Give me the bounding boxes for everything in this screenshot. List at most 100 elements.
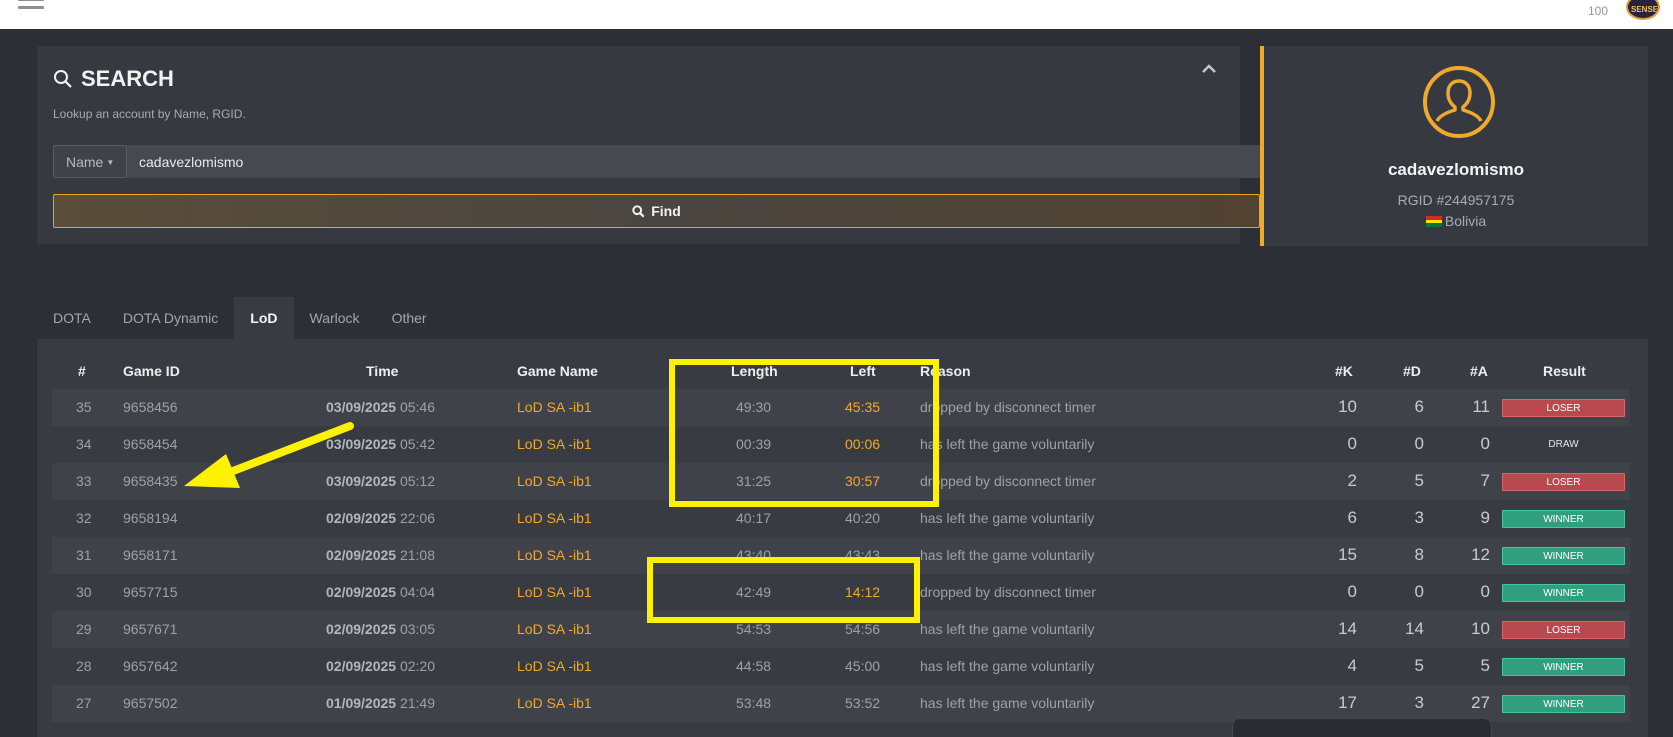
row-game-id[interactable]: 9658171 [123,547,178,563]
row-game-id[interactable]: 9658454 [123,436,178,452]
row-game-id[interactable]: 9657715 [123,584,178,600]
chevron-up-icon[interactable] [1201,62,1217,74]
row-game-id[interactable]: 9657642 [123,658,178,674]
table-row[interactable]: 28 9657642 02/09/2025 02:20 LoD SA -ib1 44:5… [52,648,1630,685]
row-deaths: 3 [1414,508,1424,527]
hamburger-menu-icon[interactable] [18,0,44,14]
row-time: 02/09/2025 21:08 [326,547,435,563]
tab-dota[interactable]: DOTA [37,297,107,339]
row-game-name[interactable]: LoD SA -ib1 [517,584,592,600]
row-game-id[interactable]: 9657671 [123,621,178,637]
row-clock: 04:04 [399,584,436,600]
annotation-highlight-box [669,359,939,507]
result-badge: WINNER [1502,510,1625,528]
row-time: 02/09/2025 22:06 [326,510,435,526]
row-game-name[interactable]: LoD SA -ib1 [517,658,592,674]
result-badge: LOSER [1502,473,1625,491]
row-deaths: 6 [1414,397,1424,416]
row-game-name[interactable]: LoD SA -ib1 [517,695,592,711]
tab-other[interactable]: Other [376,297,443,339]
row-num: 34 [76,436,92,452]
header-kills: #K [1335,363,1353,379]
result-badge: WINNER [1502,695,1625,713]
row-num: 30 [76,584,92,600]
profile-country: Bolivia [1264,213,1648,229]
result-badge: LOSER [1502,399,1625,417]
row-num: 33 [76,473,92,489]
result-badge: LOSER [1502,621,1625,639]
row-num: 27 [76,695,92,711]
row-game-name[interactable]: LoD SA -ib1 [517,621,592,637]
tab-lod[interactable]: LoD [234,297,294,339]
row-num: 28 [76,658,92,674]
row-time: 02/09/2025 03:05 [326,621,435,637]
row-assists: 7 [1480,471,1490,490]
row-time: 02/09/2025 04:04 [326,584,435,600]
caret-down-icon: ▼ [106,158,115,167]
row-game-id[interactable]: 9657502 [123,695,178,711]
row-game-name[interactable]: LoD SA -ib1 [517,547,592,563]
top-bar: 100 SENSEI [0,0,1673,29]
tab-warlock[interactable]: Warlock [294,297,376,339]
table-row[interactable]: 27 9657502 01/09/2025 21:49 LoD SA -ib1 53:4… [52,685,1630,722]
row-kills: 15 [1338,545,1357,564]
row-kills: 0 [1347,582,1357,601]
game-mode-tabs: DOTA DOTA Dynamic LoD Warlock Other [37,297,443,339]
search-subtitle: Lookup an account by Name, RGID. [53,107,246,121]
row-kills: 10 [1338,397,1357,416]
row-kills: 14 [1338,619,1357,638]
search-input[interactable] [127,145,1260,178]
row-game-name[interactable]: LoD SA -ib1 [517,510,592,526]
row-game-id[interactable]: 9658194 [123,510,178,526]
user-avatar[interactable]: SENSEI [1626,0,1660,20]
header-game-id: Game ID [123,363,180,379]
find-button[interactable]: Find [53,194,1260,228]
row-length: 54:53 [736,621,772,637]
row-time: 01/09/2025 21:49 [326,695,435,711]
row-assists: 27 [1471,693,1490,712]
row-assists: 9 [1480,508,1490,527]
profile-rgid: RGID #244957175 [1397,192,1515,208]
row-deaths: 5 [1414,471,1424,490]
row-kills: 0 [1347,434,1357,453]
row-game-name[interactable]: LoD SA -ib1 [517,436,592,452]
tab-dota-dynamic[interactable]: DOTA Dynamic [107,297,234,339]
row-length: 40:17 [736,510,772,526]
row-left: 45:00 [845,658,881,674]
profile-country-label: Bolivia [1444,213,1487,229]
row-clock: 22:06 [399,510,436,526]
row-game-id[interactable]: 9658435 [123,473,178,489]
row-assists: 10 [1471,619,1490,638]
header-num: # [78,363,86,379]
row-reason: dropped by disconnect timer [920,584,1096,600]
row-game-name[interactable]: LoD SA -ib1 [517,399,592,415]
search-type-dropdown[interactable]: Name ▼ [53,145,127,178]
search-title-text: SEARCH [81,66,174,91]
row-assists: 11 [1472,397,1490,416]
row-clock: 05:42 [399,436,436,452]
search-type-label: Name [66,154,104,170]
header-time: Time [366,363,399,379]
row-reason: has left the game voluntarily [920,547,1095,563]
bottom-widget[interactable] [1232,718,1492,737]
row-length: 44:58 [736,658,772,674]
user-silhouette-icon [1423,66,1495,138]
row-deaths: 8 [1414,545,1424,564]
annotation-highlight-box [647,557,920,623]
row-deaths: 0 [1414,434,1424,453]
row-clock: 21:49 [399,695,436,711]
header-assists: #A [1470,363,1488,379]
row-kills: 4 [1347,656,1357,675]
profile-name: cadavezlomismo [1387,160,1525,179]
bolivia-flag-icon [1425,216,1442,227]
row-date: 02/09/2025 [326,547,397,563]
search-title: SEARCH [53,66,174,92]
row-time: 03/09/2025 05:46 [326,399,435,415]
row-game-id[interactable]: 9658456 [123,399,178,415]
result-badge: WINNER [1502,584,1625,602]
row-date: 02/09/2025 [326,621,397,637]
row-date: 01/09/2025 [326,695,397,711]
row-reason: has left the game voluntarily [920,510,1095,526]
row-game-name[interactable]: LoD SA -ib1 [517,473,592,489]
find-button-label: Find [651,203,681,219]
